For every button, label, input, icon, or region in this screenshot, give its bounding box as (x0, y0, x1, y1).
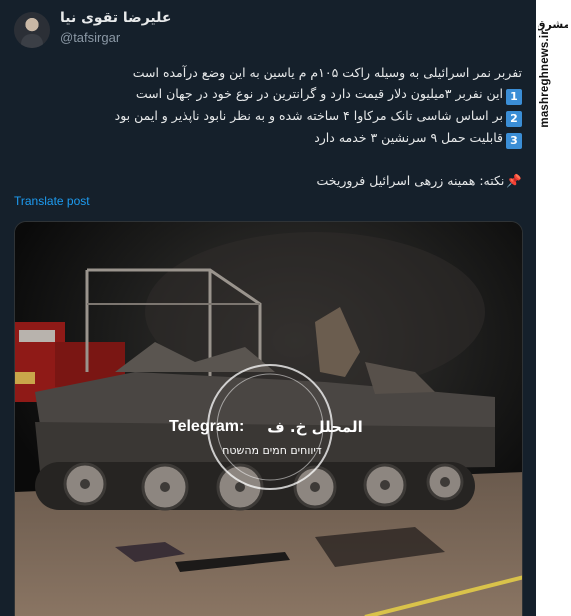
watermark-name: المحلل خ. ف (267, 418, 363, 436)
tweet-post: علیرضا تقوی نیا @tafsirgar تفربر نمر اسر… (0, 0, 536, 616)
tweet-point-3: 3قابلیت حمل ۹ سرنشین ۳ خدمه دارد (22, 127, 522, 149)
pushpin-icon: 📌 (506, 173, 522, 188)
tweet-media-photo[interactable]: Telegram: المحلل خ. ف דיווחים חמים מהשטח (14, 221, 523, 616)
number-3-badge: 3 (506, 133, 522, 149)
author-display-name[interactable]: علیرضا تقوی نیا (60, 10, 171, 26)
tweet-point-2: 2بر اساس شاسی تانک مرکاوا ۴ ساخته شده و … (22, 105, 522, 127)
mashregh-branding-strip: مشرق mashreghnews.ir (536, 0, 571, 616)
watermark-source: Telegram: (169, 418, 244, 435)
tweet-point-text: این نفربر ۳میلیون دلار قیمت دارد و گرانت… (135, 86, 503, 101)
tweet-note: 📌نکته: همینه زرهی اسرائیل فروریخت (22, 170, 523, 191)
site-url: mashreghnews.ir (539, 30, 551, 128)
number-1-badge: 1 (506, 89, 522, 105)
tweet-note-text: نکته: همینه زرهی اسرائیل فروریخت (316, 173, 505, 188)
tweet-headline: تفربر نمر اسرائیلی به وسیله راکت ۱۰۵م م … (132, 65, 522, 80)
number-2-badge: 2 (506, 111, 522, 127)
tweet-point-1: 1این نفربر ۳میلیون دلار قیمت دارد و گران… (22, 83, 522, 105)
translate-post-link[interactable]: Translate post (14, 194, 90, 208)
author-handle[interactable]: @tafsirgar (60, 30, 120, 45)
author-avatar[interactable] (14, 12, 50, 48)
tweet-point-text: بر اساس شاسی تانک مرکاوا ۴ ساخته شده و ب… (114, 108, 503, 123)
tweet-body: تفربر نمر اسرائیلی به وسیله راکت ۱۰۵م م … (22, 62, 522, 191)
watermark-subtitle: דיווחים חמים מהשטח (222, 444, 322, 457)
tweet-point-text: قابلیت حمل ۹ سرنشین ۳ خدمه دارد (314, 130, 503, 145)
